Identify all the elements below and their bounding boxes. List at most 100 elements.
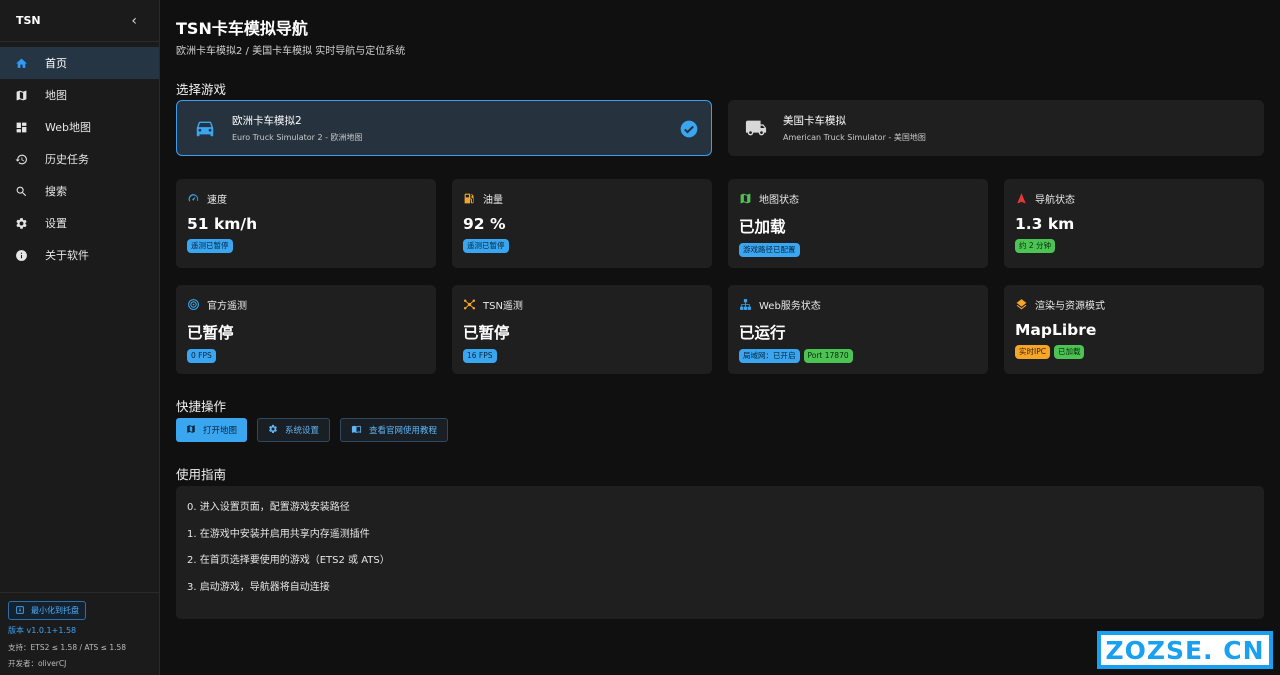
guide-step: 0. 进入设置页面，配置游戏安装路径 [187, 502, 350, 513]
stat-card-official-telemetry: 官方遥测 已暂停 0 FPS [176, 285, 436, 374]
sidebar-item-label: 关于软件 [45, 249, 89, 262]
button-label: 打开地图 [203, 426, 238, 436]
sidebar-header: TSN ‹ [0, 0, 159, 42]
open-map-button[interactable]: 打开地图 [176, 418, 248, 442]
hub-icon [463, 298, 476, 311]
map-icon [739, 192, 752, 205]
network-icon [739, 298, 752, 311]
button-label: 系统设置 [285, 426, 320, 436]
guide-step: 2. 在首页选择要使用的游戏（ETS2 或 ATS） [187, 555, 390, 566]
stat-label: 油量 [483, 195, 503, 206]
history-icon [14, 152, 29, 167]
sidebar-item-home[interactable]: 首页 [0, 47, 159, 79]
sidebar: TSN ‹ 首页 地图 Web地图 历史任务 搜索 设置 关于软件 最小化到托盘… [0, 0, 160, 675]
port-badge: Port 17870 [803, 349, 853, 363]
guide-step: 1. 在游戏中安装并启用共享内存遥测插件 [187, 528, 370, 540]
sidebar-item-map[interactable]: 地图 [0, 79, 159, 111]
guide-title: 使用指南 [176, 467, 227, 482]
radar-icon [187, 298, 200, 311]
status-badge: 0 FPS [187, 349, 216, 363]
sidebar-item-about[interactable]: 关于软件 [0, 239, 159, 271]
stat-card-map-status: 地图状态 已加载 游戏路径已配置 [728, 179, 988, 268]
speedometer-icon [187, 192, 200, 205]
watermark-text: ZOZSE. CN [1101, 635, 1269, 665]
quick-actions: 打开地图 系统设置 查看官网使用教程 [176, 418, 449, 442]
sidebar-item-search[interactable]: 搜索 [0, 175, 159, 207]
divider [0, 591, 160, 593]
game-desc: American Truck Simulator - 美国地图 [783, 133, 926, 142]
book-icon [351, 424, 362, 437]
stat-value: 已暂停 [187, 324, 234, 342]
sidebar-item-label: 搜索 [45, 185, 67, 198]
quick-actions-title: 快捷操作 [176, 399, 227, 414]
game-card-ets2[interactable]: 欧洲卡车模拟2 Euro Truck Simulator 2 - 欧洲地图 [176, 100, 712, 156]
tray-icon [15, 605, 25, 617]
sidebar-item-web-map[interactable]: Web地图 [0, 111, 159, 143]
stat-card-render-mode: 渲染与资源模式 MapLibre 实时IPC 已加载 [1004, 285, 1264, 374]
game-select-title: 选择游戏 [176, 82, 227, 97]
navigation-arrow-icon [1015, 192, 1028, 205]
stat-label: 地图状态 [759, 195, 799, 206]
brand-label: TSN [16, 14, 41, 27]
status-badge: 实时IPC [1015, 345, 1050, 359]
sidebar-item-label: 首页 [45, 57, 67, 70]
stat-card-speed: 速度 51 km/h 遥测已暂停 [176, 179, 436, 268]
game-name: 美国卡车模拟 [783, 115, 846, 127]
chevron-left-icon[interactable]: ‹ [131, 13, 137, 29]
truck-icon [745, 120, 767, 136]
stat-value: MapLibre [1015, 321, 1097, 339]
guide-step: 3. 启动游戏，导航器将自动连接 [187, 581, 330, 593]
guide-panel: 0. 进入设置页面，配置游戏安装路径 1. 在游戏中安装并启用共享内存遥测插件 … [176, 486, 1264, 619]
status-badge: 遥测已暂停 [187, 239, 233, 253]
status-badge: 约 2 分钟 [1015, 239, 1056, 253]
button-label: 查看官网使用教程 [369, 426, 438, 436]
info-icon [14, 248, 29, 263]
stat-card-web-service: Web服务状态 已运行 局域网：已开启 Port 17870 [728, 285, 988, 374]
developer-label: 开发者：oliverCJ [8, 659, 67, 668]
page-title: TSN卡车模拟导航 [176, 19, 308, 38]
gear-icon [14, 216, 29, 231]
stat-card-navigation: 导航状态 1.3 km 约 2 分钟 [1004, 179, 1264, 268]
status-badge: 局域网：已开启 [739, 349, 800, 363]
gear-icon [268, 424, 278, 437]
stat-value: 已运行 [739, 324, 786, 342]
stat-label: 速度 [207, 195, 227, 206]
search-icon [14, 184, 29, 199]
stat-value: 已暂停 [463, 324, 510, 342]
sidebar-item-settings[interactable]: 设置 [0, 207, 159, 239]
home-icon [14, 56, 29, 71]
tray-button-label: 最小化到托盘 [31, 606, 79, 615]
stat-label: 导航状态 [1035, 195, 1075, 206]
version-label: 版本 v1.0.1+1.58 [8, 626, 77, 635]
stat-value: 已加载 [739, 218, 786, 236]
status-badge: 16 FPS [463, 349, 497, 363]
view-tutorial-button[interactable]: 查看官网使用教程 [340, 418, 449, 442]
status-badge: 游戏路径已配置 [739, 243, 800, 257]
sidebar-nav: 首页 地图 Web地图 历史任务 搜索 设置 关于软件 [0, 47, 159, 271]
dashboard-icon [14, 120, 29, 135]
sidebar-item-label: 历史任务 [45, 153, 89, 166]
map-icon [14, 88, 29, 103]
car-icon [196, 121, 214, 137]
game-card-ats[interactable]: 美国卡车模拟 American Truck Simulator - 美国地图 [728, 100, 1264, 156]
status-badge: 已加载 [1053, 345, 1085, 359]
sidebar-item-label: 设置 [45, 217, 67, 230]
stat-value: 51 km/h [187, 215, 258, 233]
status-badge: 遥测已暂停 [463, 239, 509, 253]
stat-label: 官方遥测 [207, 301, 247, 312]
sidebar-item-history[interactable]: 历史任务 [0, 143, 159, 175]
sidebar-item-label: 地图 [45, 89, 67, 102]
stat-label: 渲染与资源模式 [1035, 301, 1105, 312]
system-settings-button[interactable]: 系统设置 [257, 418, 331, 442]
map-icon [186, 424, 196, 437]
game-name: 欧洲卡车模拟2 [232, 115, 302, 127]
stat-card-fuel: 油量 92 % 遥测已暂停 [452, 179, 712, 268]
stat-value: 92 % [463, 215, 506, 233]
minimize-to-tray-button[interactable]: 最小化到托盘 [8, 601, 86, 620]
stat-label: TSN遥测 [483, 301, 523, 312]
layers-icon [1015, 298, 1028, 311]
stat-card-tsn-telemetry: TSN遥测 已暂停 16 FPS [452, 285, 712, 374]
watermark: ZOZSE. CN [1097, 631, 1273, 669]
stat-label: Web服务状态 [759, 301, 821, 312]
sidebar-item-label: Web地图 [45, 121, 91, 134]
